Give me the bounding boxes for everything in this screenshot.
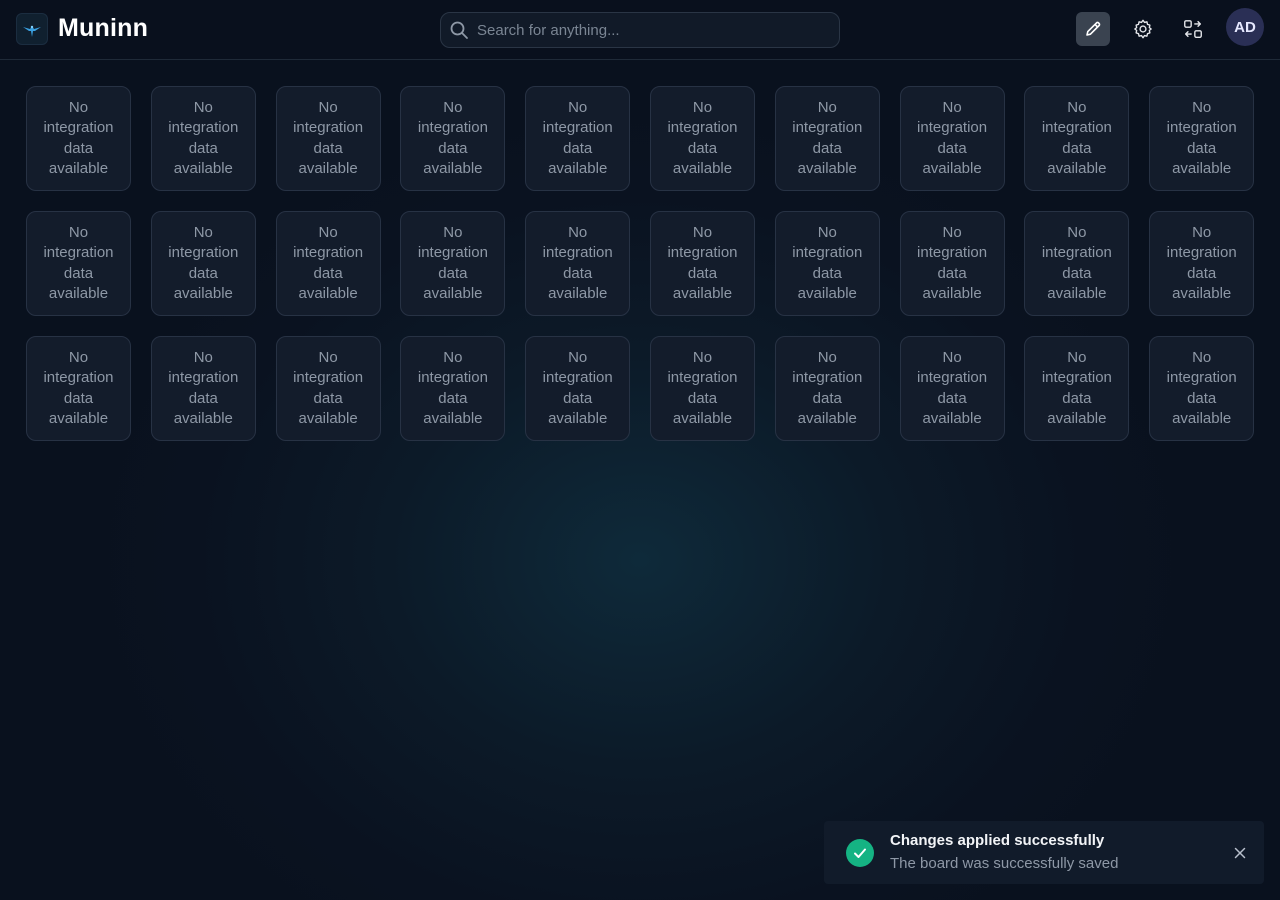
widget-empty-message: No integration data available <box>542 98 613 178</box>
board-grid: No integration data available No integrat… <box>26 86 1255 441</box>
raven-logo-icon <box>23 25 41 37</box>
widget-empty-message: No integration data available <box>542 348 613 428</box>
app-title: Muninn <box>58 14 149 42</box>
widget-empty-message: No integration data available <box>917 98 988 178</box>
widget-empty-message: No integration data available <box>293 223 364 303</box>
search-icon <box>450 21 468 39</box>
widget-empty-message: No integration data available <box>43 223 114 303</box>
widget-card[interactable]: No integration data available <box>649 86 755 191</box>
switch-icon <box>1184 20 1202 38</box>
widget-card[interactable]: No integration data available <box>1024 336 1130 441</box>
widget-card[interactable]: No integration data available <box>275 336 381 441</box>
widget-empty-message: No integration data available <box>417 348 488 428</box>
widget-empty-message: No integration data available <box>1166 223 1237 303</box>
pencil-icon <box>1086 21 1101 36</box>
widget-card[interactable]: No integration data available <box>400 86 506 191</box>
widget-empty-message: No integration data available <box>1041 98 1112 178</box>
widget-empty-message: No integration data available <box>43 98 114 178</box>
widget-card[interactable]: No integration data available <box>649 336 755 441</box>
widget-card[interactable]: No integration data available <box>1149 86 1255 191</box>
widget-card[interactable]: No integration data available <box>525 336 631 441</box>
widget-empty-message: No integration data available <box>417 98 488 178</box>
widget-empty-message: No integration data available <box>168 348 239 428</box>
widget-card[interactable]: No integration data available <box>1024 86 1130 191</box>
close-icon <box>1234 847 1246 859</box>
settings-button[interactable] <box>1126 12 1160 46</box>
widget-empty-message: No integration data available <box>792 223 863 303</box>
widget-card[interactable]: No integration data available <box>899 211 1005 316</box>
widget-empty-message: No integration data available <box>792 348 863 428</box>
widget-card[interactable]: No integration data available <box>26 86 131 191</box>
widget-card[interactable]: No integration data available <box>26 211 131 316</box>
widget-card[interactable]: No integration data available <box>1149 211 1255 316</box>
search-bar[interactable] <box>440 12 840 48</box>
widget-empty-message: No integration data available <box>293 348 364 428</box>
widget-card[interactable]: No integration data available <box>400 336 506 441</box>
app-logo[interactable] <box>16 13 48 45</box>
widget-empty-message: No integration data available <box>43 348 114 428</box>
widget-empty-message: No integration data available <box>1166 98 1237 178</box>
widget-empty-message: No integration data available <box>1041 348 1112 428</box>
user-avatar[interactable]: AD <box>1226 8 1264 46</box>
widget-empty-message: No integration data available <box>667 223 738 303</box>
widget-empty-message: No integration data available <box>542 223 613 303</box>
widget-empty-message: No integration data available <box>293 98 364 178</box>
widget-card[interactable]: No integration data available <box>150 86 256 191</box>
edit-mode-button[interactable] <box>1076 12 1110 46</box>
widget-card[interactable]: No integration data available <box>899 336 1005 441</box>
widget-empty-message: No integration data available <box>168 98 239 178</box>
widget-card[interactable]: No integration data available <box>150 336 256 441</box>
toast-title: Changes applied successfully <box>890 832 1105 849</box>
widget-card[interactable]: No integration data available <box>275 211 381 316</box>
widget-card[interactable]: No integration data available <box>774 336 880 441</box>
widget-card[interactable]: No integration data available <box>525 211 631 316</box>
widget-card[interactable]: No integration data available <box>1149 336 1255 441</box>
widget-empty-message: No integration data available <box>792 98 863 178</box>
widget-empty-message: No integration data available <box>917 223 988 303</box>
widget-card[interactable]: No integration data available <box>899 86 1005 191</box>
widget-card[interactable]: No integration data available <box>150 211 256 316</box>
widget-empty-message: No integration data available <box>417 223 488 303</box>
widget-card[interactable]: No integration data available <box>774 86 880 191</box>
widget-card[interactable]: No integration data available <box>400 211 506 316</box>
widget-empty-message: No integration data available <box>667 98 738 178</box>
toast-status-badge <box>846 839 874 867</box>
widget-card[interactable]: No integration data available <box>26 336 131 441</box>
widget-empty-message: No integration data available <box>667 348 738 428</box>
search-input[interactable] <box>477 21 817 39</box>
toast-message: The board was successfully saved <box>890 855 1119 872</box>
gear-icon <box>1134 19 1152 39</box>
widget-empty-message: No integration data available <box>168 223 239 303</box>
widget-empty-message: No integration data available <box>1041 223 1112 303</box>
widget-card[interactable]: No integration data available <box>275 86 381 191</box>
widget-card[interactable]: No integration data available <box>525 86 631 191</box>
widget-card[interactable]: No integration data available <box>1024 211 1130 316</box>
switch-board-button[interactable] <box>1176 12 1210 46</box>
widget-card[interactable]: No integration data available <box>649 211 755 316</box>
success-toast: Changes applied successfully The board w… <box>824 821 1264 884</box>
toast-close-button[interactable] <box>1230 843 1250 863</box>
top-bar: Muninn AD <box>0 0 1280 60</box>
widget-card[interactable]: No integration data available <box>774 211 880 316</box>
check-icon <box>854 848 866 858</box>
widget-empty-message: No integration data available <box>1166 348 1237 428</box>
widget-empty-message: No integration data available <box>917 348 988 428</box>
